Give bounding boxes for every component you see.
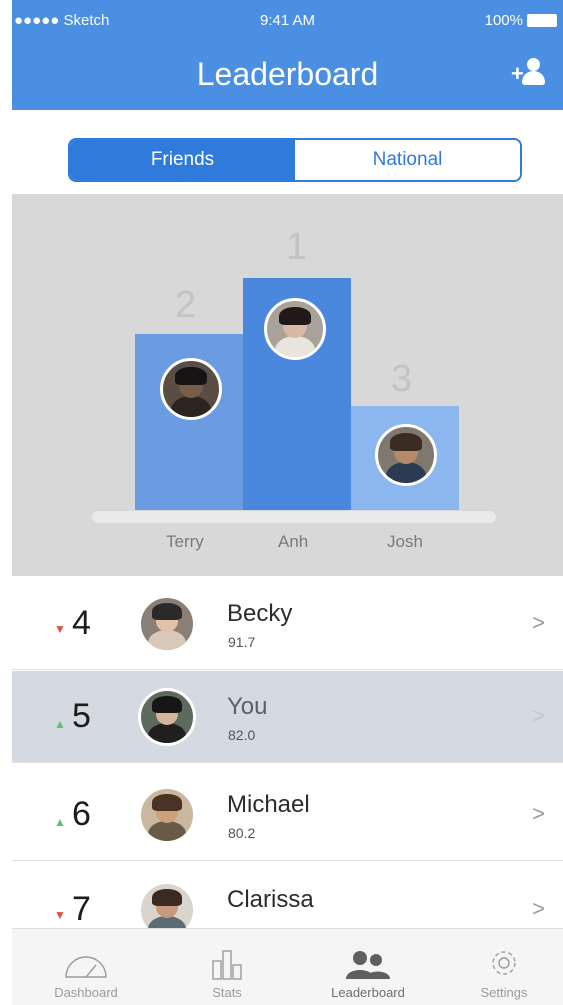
user-name: Clarissa <box>227 886 314 913</box>
person-body-icon <box>522 71 545 85</box>
app: ●●●●● Sketch 9:41 AM 100% Leaderboard + … <box>0 0 563 1005</box>
avatar-anh[interactable] <box>264 298 326 360</box>
avatar-becky <box>138 595 196 653</box>
tab-dashboard[interactable]: Dashboard <box>26 929 146 1005</box>
people-icon <box>346 951 390 979</box>
user-name: Michael <box>227 791 310 818</box>
avatar-you <box>138 688 196 746</box>
tab-label: Stats <box>212 985 242 1000</box>
rank-number: 6 <box>72 795 91 833</box>
trend-up-icon: ▲ <box>54 815 66 829</box>
rank-number: 7 <box>72 890 91 928</box>
page-title: Leaderboard <box>196 56 379 92</box>
rank-number: 4 <box>72 604 91 642</box>
trend-down-icon: ▼ <box>54 622 66 636</box>
add-user-icon <box>527 58 540 71</box>
rank-number: 5 <box>72 697 91 735</box>
tab-national[interactable]: National <box>295 140 520 180</box>
tab-label: Settings <box>480 985 528 1000</box>
list-item-you[interactable]: ▲ 5 You 82.0 > <box>12 671 563 763</box>
header: ●●●●● Sketch 9:41 AM 100% Leaderboard + <box>12 0 563 110</box>
avatar-michael <box>138 786 196 844</box>
tab-friends[interactable]: Friends <box>70 140 295 180</box>
list-item[interactable]: ▼ 4 Becky 91.7 > <box>12 578 563 670</box>
podium-name-anh: Anh <box>278 532 309 551</box>
status-bar: ●●●●● Sketch 9:41 AM 100% <box>12 0 563 40</box>
tab-label: Leaderboard <box>331 985 405 1000</box>
user-name: You <box>227 693 268 720</box>
bar-chart-icon <box>212 950 242 980</box>
trend-down-icon: ▼ <box>54 908 66 922</box>
status-time: 9:41 AM <box>260 12 316 29</box>
tab-stats[interactable]: Stats <box>167 929 287 1005</box>
user-name: Becky <box>227 600 293 627</box>
battery-icon <box>527 14 557 27</box>
gear-icon <box>492 951 516 975</box>
user-score: 91.7 <box>228 634 256 650</box>
list-item[interactable]: ▲ 6 Michael 80.2 > <box>12 769 563 861</box>
podium-rank-first: 1 <box>286 226 308 268</box>
carrier-label: ●●●●● Sketch <box>14 12 110 29</box>
chevron-right-icon: > <box>532 610 545 635</box>
battery-indicator: 100% <box>485 12 557 29</box>
trend-up-icon: ▲ <box>54 717 66 731</box>
podium-rank-third: 3 <box>391 358 413 400</box>
chevron-right-icon: > <box>532 896 545 921</box>
segmented-control: Friends National <box>68 138 522 182</box>
avatar-josh[interactable] <box>375 424 437 486</box>
user-score: 80.2 <box>228 825 256 841</box>
chevron-right-icon: > <box>532 703 545 728</box>
battery-percent: 100% <box>484 12 523 29</box>
avatar-terry[interactable] <box>160 358 222 420</box>
podium-name-josh: Josh <box>387 532 423 551</box>
tab-label: Dashboard <box>54 985 118 1000</box>
podium-rank-second: 2 <box>175 284 197 326</box>
chevron-right-icon: > <box>532 801 545 826</box>
podium-name-terry: Terry <box>166 532 204 551</box>
tab-settings[interactable]: Settings <box>444 929 563 1005</box>
user-score: 82.0 <box>228 727 256 743</box>
tab-bar: Dashboard Stats Leaderboard Settings <box>12 928 563 1005</box>
tab-leaderboard[interactable]: Leaderboard <box>308 929 428 1005</box>
gauge-icon <box>65 956 107 978</box>
add-user-button[interactable]: + <box>511 58 545 88</box>
podium-base <box>92 511 496 523</box>
